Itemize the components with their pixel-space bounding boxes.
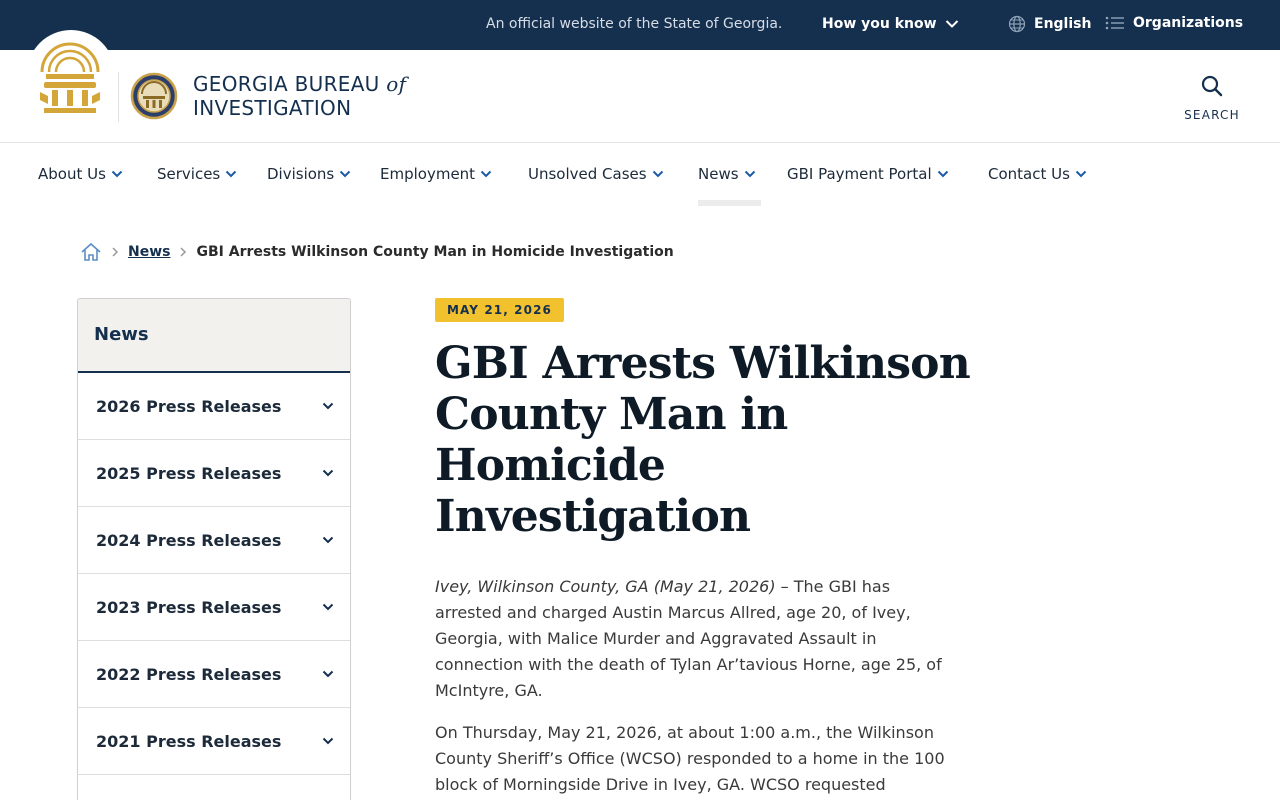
search-label: SEARCH [1184, 108, 1240, 122]
agency-name-line1: GEORGIA BUREAU [193, 72, 380, 96]
sidebar-item-2026-press-releases[interactable]: 2026 Press Releases [78, 373, 350, 440]
chevron-down-icon [322, 469, 334, 477]
agency-name-line2: INVESTIGATION [193, 96, 352, 120]
sidebar-item-2024-press-releases[interactable]: 2024 Press Releases [78, 507, 350, 574]
chevron-right-icon [179, 246, 187, 258]
chevron-down-icon [744, 170, 755, 178]
home-icon[interactable] [80, 241, 102, 263]
breadcrumb-current: GBI Arrests Wilkinson County Man in Homi… [196, 244, 674, 260]
georgia-state-seal-icon[interactable] [36, 38, 104, 116]
organizations-label: Organizations [1133, 15, 1244, 31]
article-paragraph-2: On Thursday, May 21, 2026, at about 1:00… [435, 723, 945, 794]
nav-label: Services [157, 165, 221, 183]
nav-label: News [698, 165, 739, 183]
nav-news[interactable]: News [698, 165, 756, 183]
article-title: GBI Arrests Wilkinson County Man in Homi… [435, 338, 971, 542]
article-date-badge: MAY 21, 2026 [435, 298, 564, 322]
news-sidebar: News 2026 Press Releases 2025 Press Rele… [77, 298, 351, 800]
chevron-down-icon [322, 670, 334, 678]
site-header: GEORGIA BUREAU of INVESTIGATION SEARCH [0, 30, 1280, 143]
nav-label: About Us [38, 165, 106, 183]
sidebar-item-label: 2024 Press Releases [96, 530, 282, 550]
chevron-down-icon [1075, 170, 1087, 178]
sidebar-item-label: 2026 Press Releases [96, 396, 282, 416]
sidebar-item-label: 2023 Press Releases [96, 597, 282, 617]
nav-unsolved-cases[interactable]: Unsolved Cases [528, 165, 664, 183]
chevron-right-icon [111, 246, 119, 258]
nav-gbi-payment-portal[interactable]: GBI Payment Portal [787, 165, 949, 183]
header-divider [118, 72, 119, 122]
article-dateline: Ivey, Wilkinson County, GA (May 21, 2026… [435, 577, 776, 596]
chevron-down-icon [322, 737, 334, 745]
official-banner: An official website of the State of Geor… [0, 0, 1280, 50]
chevron-down-icon [111, 170, 123, 178]
official-site-text: An official website of the State of Geor… [486, 16, 783, 32]
search-button[interactable]: SEARCH [1180, 74, 1244, 122]
chevron-down-icon [945, 20, 958, 28]
sidebar-title: News [78, 299, 350, 373]
nav-label: Unsolved Cases [528, 165, 647, 183]
nav-label: Contact Us [988, 165, 1070, 183]
nav-services[interactable]: Services [157, 165, 237, 183]
nav-active-indicator [698, 200, 761, 206]
sidebar-item-label: 2022 Press Releases [96, 664, 282, 684]
chevron-down-icon [226, 170, 237, 178]
sidebar-item-label: 2025 Press Releases [96, 463, 282, 483]
gbi-badge-icon[interactable] [130, 70, 178, 122]
search-icon [1201, 75, 1223, 97]
article-paragraph-1: Ivey, Wilkinson County, GA (May 21, 2026… [435, 574, 955, 704]
sidebar-item-2021-press-releases[interactable]: 2021 Press Releases [78, 708, 350, 775]
chevron-down-icon [652, 170, 663, 178]
how-you-know-label: How you know [822, 16, 937, 32]
agency-name[interactable]: GEORGIA BUREAU of INVESTIGATION [193, 72, 406, 120]
breadcrumb-news-link[interactable]: News [128, 244, 170, 260]
main-nav: About Us Services Divisions Employment U… [0, 143, 1280, 207]
nav-contact-us[interactable]: Contact Us [988, 165, 1087, 183]
chevron-down-icon [340, 170, 351, 178]
language-selector[interactable]: English [1008, 15, 1091, 33]
chevron-down-icon [322, 402, 334, 410]
chevron-down-icon [480, 170, 492, 178]
sidebar-item-label: 2021 Press Releases [96, 731, 282, 751]
sidebar-item-2022-press-releases[interactable]: 2022 Press Releases [78, 641, 350, 708]
list-icon [1105, 16, 1124, 30]
nav-label: GBI Payment Portal [787, 165, 932, 183]
organizations-menu[interactable]: Organizations [1105, 15, 1243, 31]
nav-about-us[interactable]: About Us [38, 165, 123, 183]
how-you-know-toggle[interactable]: How you know [822, 16, 959, 32]
nav-employment[interactable]: Employment [380, 165, 492, 183]
nav-label: Divisions [267, 165, 335, 183]
agency-name-of: of [386, 72, 407, 96]
sidebar-item-2023-press-releases[interactable]: 2023 Press Releases [78, 574, 350, 641]
sidebar-item-2025-press-releases[interactable]: 2025 Press Releases [78, 440, 350, 507]
language-label: English [1034, 16, 1092, 32]
nav-divisions[interactable]: Divisions [267, 165, 351, 183]
globe-icon [1008, 15, 1026, 33]
chevron-down-icon [937, 170, 948, 178]
chevron-down-icon [322, 536, 334, 544]
breadcrumb: News GBI Arrests Wilkinson County Man in… [80, 241, 674, 263]
chevron-down-icon [322, 603, 334, 611]
nav-label: Employment [380, 165, 476, 183]
